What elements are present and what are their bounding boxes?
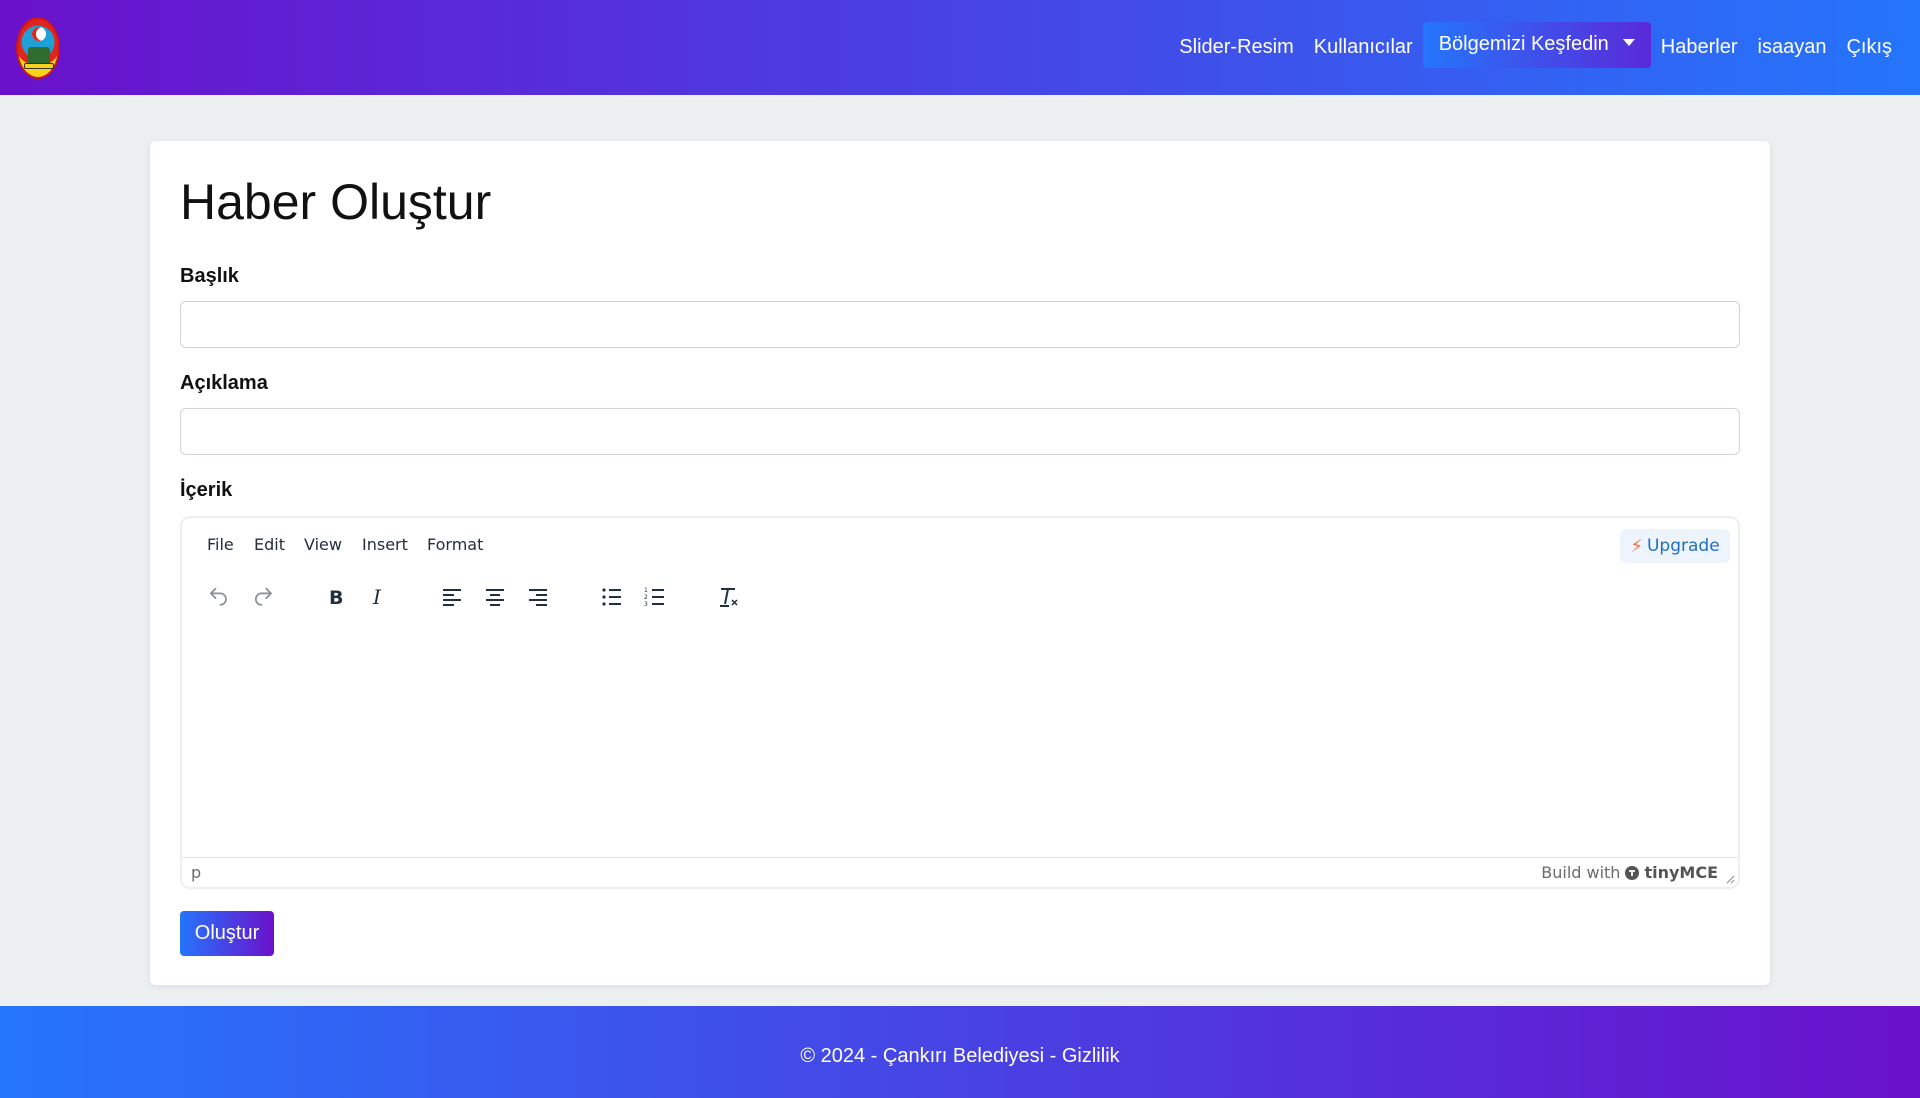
bold-icon[interactable]: B: [316, 578, 354, 616]
caret-down-icon: [1622, 39, 1635, 46]
nav-links: Slider-Resim Kullanıcılar Bölgemizi Keşf…: [1169, 0, 1902, 95]
align-left-icon[interactable]: [433, 578, 471, 616]
editor-statusbar: p Build with tinyMCE: [182, 857, 1738, 887]
menu-edit[interactable]: Edit: [254, 535, 285, 554]
clear-formatting-icon[interactable]: [710, 578, 748, 616]
undo-icon[interactable]: [199, 578, 237, 616]
aciklama-label: Açıklama: [180, 372, 268, 394]
tinymce-branding[interactable]: Build with tinyMCE: [1541, 863, 1718, 882]
baslik-input[interactable]: [180, 301, 1740, 348]
editor-content-area[interactable]: [182, 626, 1738, 855]
footer-text: © 2024 - Çankırı Belediyesi - Gizlilik: [800, 1044, 1120, 1067]
italic-icon[interactable]: I: [359, 578, 397, 616]
align-right-icon[interactable]: [519, 578, 557, 616]
editor-menubar: File Edit View Insert Format ⚡︎ Upgrade: [182, 518, 1738, 568]
upgrade-label: Upgrade: [1646, 536, 1720, 556]
svg-text:B: B: [329, 587, 343, 609]
editor-toolbar: B I 123: [182, 568, 1738, 626]
footer: © 2024 - Çankırı Belediyesi - Gizlilik: [0, 1006, 1920, 1098]
baslik-label: Başlık: [180, 265, 239, 287]
resize-handle-icon[interactable]: [1725, 874, 1735, 884]
svg-text:3: 3: [644, 601, 648, 608]
bullet-list-icon[interactable]: [593, 578, 631, 616]
rich-text-editor: File Edit View Insert Format ⚡︎ Upgrade …: [180, 516, 1740, 889]
nav-link-kullanicilar[interactable]: Kullanıcılar: [1304, 26, 1423, 70]
form-card: Haber Oluştur Başlık Açıklama İçerik Fil…: [150, 141, 1770, 985]
page-title: Haber Oluştur: [180, 174, 492, 230]
element-path[interactable]: p: [191, 863, 201, 882]
svg-text:2: 2: [644, 594, 648, 601]
olustur-submit-button[interactable]: Oluştur: [180, 911, 274, 956]
upgrade-button[interactable]: ⚡︎ Upgrade: [1620, 529, 1730, 563]
menu-format[interactable]: Format: [427, 535, 483, 554]
tinymce-brand-name: tinyMCE: [1644, 863, 1718, 882]
crescent-emblem: [32, 26, 46, 41]
nav-dropdown-label: Bölgemizi Keşfedin: [1438, 33, 1609, 55]
nav-link-slider-resim[interactable]: Slider-Resim: [1169, 26, 1303, 70]
nav-dropdown-bolgemizi-kesfedin[interactable]: Bölgemizi Keşfedin: [1422, 21, 1651, 68]
redo-icon[interactable]: [245, 578, 283, 616]
nav-link-haberler[interactable]: Haberler: [1651, 26, 1748, 70]
nav-link-user[interactable]: isaayan: [1748, 26, 1837, 70]
logo-banner: [24, 62, 54, 69]
menu-insert[interactable]: Insert: [362, 535, 408, 554]
aciklama-input[interactable]: [180, 408, 1740, 455]
build-with-label: Build with: [1541, 863, 1621, 882]
svg-text:1: 1: [644, 587, 648, 594]
align-center-icon[interactable]: [476, 578, 514, 616]
menu-view[interactable]: View: [304, 535, 342, 554]
numbered-list-icon[interactable]: 123: [636, 578, 674, 616]
tinymce-logo-icon: [1625, 865, 1640, 880]
municipality-logo[interactable]: [16, 16, 60, 79]
navbar: Slider-Resim Kullanıcılar Bölgemizi Keşf…: [0, 0, 1920, 95]
castle-emblem: [28, 46, 50, 63]
menu-file[interactable]: File: [207, 535, 234, 554]
svg-text:I: I: [372, 585, 382, 609]
nav-link-logout[interactable]: Çıkış: [1836, 26, 1902, 70]
bolt-icon: ⚡︎: [1630, 535, 1643, 557]
icerik-label: İçerik: [180, 479, 233, 501]
